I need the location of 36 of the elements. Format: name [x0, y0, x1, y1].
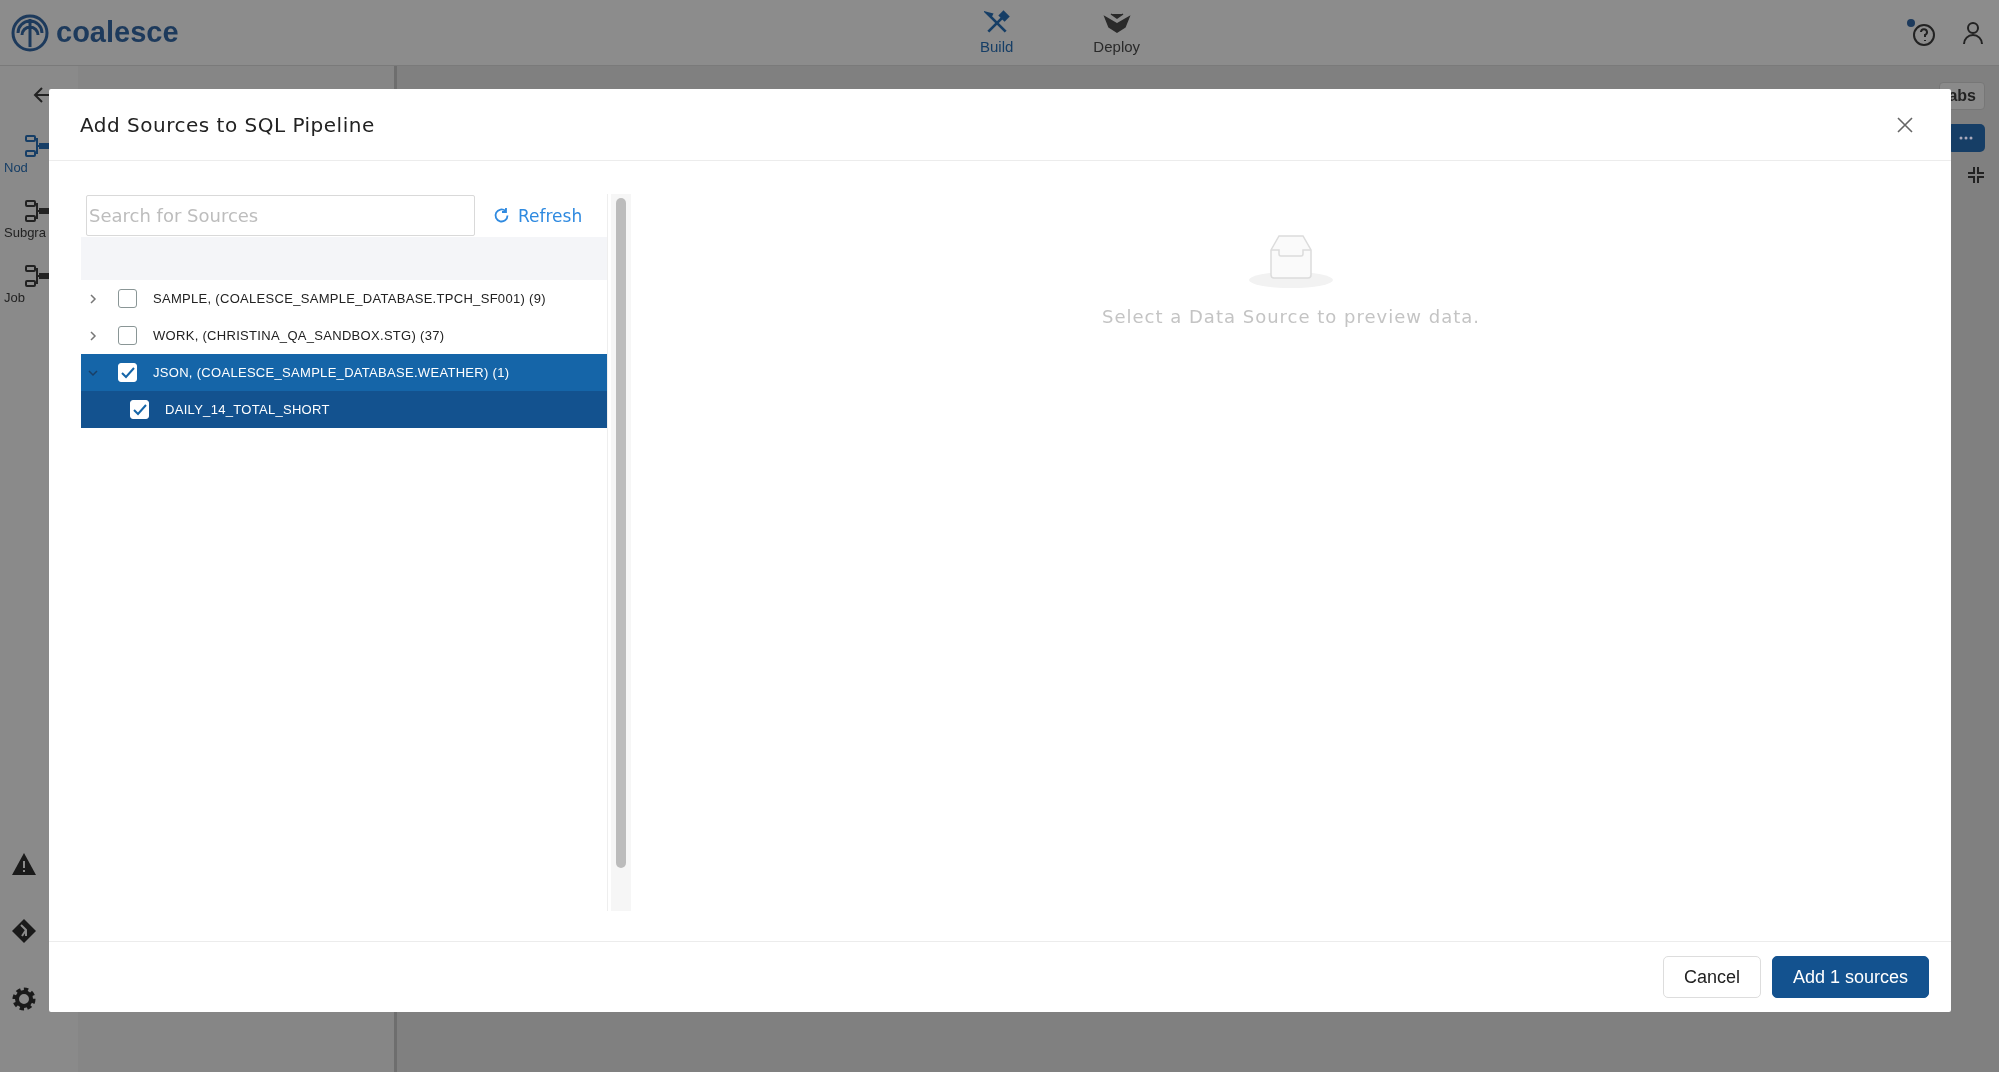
logo-text: coalesce — [56, 16, 179, 49]
settings-icon[interactable] — [11, 986, 37, 1012]
checkbox[interactable] — [118, 289, 137, 308]
chevron-right-icon[interactable] — [87, 292, 99, 305]
checkbox[interactable] — [118, 326, 137, 345]
cancel-button[interactable]: Cancel — [1662, 956, 1761, 998]
chevron-right-icon[interactable] — [87, 329, 99, 342]
scrollbar-thumb[interactable] — [616, 198, 627, 868]
sidebar-item[interactable]: Subgra — [0, 199, 50, 240]
collapse-icon[interactable] — [1967, 166, 1985, 184]
nav-tab[interactable]: Deploy — [1093, 10, 1141, 55]
empty-message: Select a Data Source to preview data. — [1102, 306, 1480, 327]
source-label: SAMPLE, (COALESCE_SAMPLE_DATABASE.TPCH_SF001) (9) — [153, 291, 546, 306]
close-icon[interactable] — [1897, 116, 1913, 133]
add-button[interactable]: Add 1 sources — [1771, 956, 1929, 998]
dialog-title: Add Sources to SQL Pipeline — [80, 112, 375, 137]
source-label: JSON, (COALESCE_SAMPLE_DATABASE.WEATHER) (1) — [153, 365, 510, 380]
graph-icon — [24, 264, 50, 290]
sidebar-item[interactable]: Job — [0, 264, 50, 305]
sidebar-item[interactable]: Nod — [0, 134, 50, 175]
tree-row[interactable]: WORK, (CHRISTINA_QA_SANDBOX.STG) (37) — [81, 317, 608, 354]
tree-row[interactable]: DAILY_14_TOTAL_SHORT — [81, 391, 608, 428]
table-label: DAILY_14_TOTAL_SHORT — [165, 402, 330, 417]
git-icon[interactable] — [11, 918, 37, 944]
nav-tab[interactable]: Build — [980, 10, 1014, 55]
deploy-icon — [1101, 10, 1132, 36]
source-label: WORK, (CHRISTINA_QA_SANDBOX.STG) (37) — [153, 328, 445, 343]
refresh-button[interactable]: Refresh — [493, 205, 583, 226]
warning-icon[interactable] — [11, 852, 37, 876]
refresh-icon — [493, 207, 510, 224]
logo-icon — [10, 12, 50, 53]
search-field[interactable]: Search for Sources — [86, 195, 475, 236]
graph-icon — [24, 134, 50, 160]
empty-inbox-icon — [1248, 232, 1334, 288]
graph-icon — [24, 199, 50, 225]
user-icon[interactable] — [1961, 19, 1985, 46]
